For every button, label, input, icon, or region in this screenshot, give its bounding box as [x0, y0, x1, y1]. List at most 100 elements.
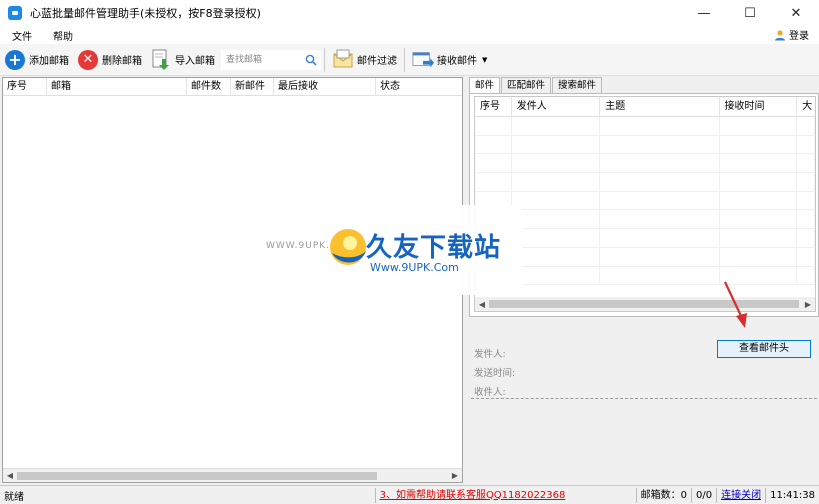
table-cell	[600, 247, 720, 266]
table-cell	[475, 117, 512, 135]
column-header[interactable]: 邮件数	[187, 78, 231, 95]
table-cell	[600, 266, 720, 285]
window-title: 心蓝批量邮件管理助手(未授权，按F8登录授权)	[30, 7, 261, 20]
table-cell	[797, 173, 815, 191]
send-time-label: 发送时间:	[474, 368, 516, 379]
table-cell	[512, 210, 601, 229]
table-cell	[720, 229, 798, 247]
table-cell	[797, 154, 815, 173]
help-link[interactable]: 3、如需帮助请联系客服QQ1182022368	[374, 487, 636, 503]
add-icon: +	[4, 49, 26, 71]
from-label: 发件人:	[474, 349, 506, 360]
title-bar: 心蓝批量邮件管理助手(未授权，按F8登录授权) — ☐ ✕	[0, 0, 819, 26]
table-row	[475, 154, 815, 174]
mail-ratio: 0/0	[690, 487, 716, 503]
scroll-left-icon[interactable]: ◀	[3, 471, 17, 480]
delete-mailbox-button[interactable]: ✕ 删除邮箱	[73, 46, 146, 74]
login-button[interactable]: 登录	[774, 27, 809, 42]
search-box	[221, 49, 321, 70]
table-cell	[475, 173, 512, 191]
column-header[interactable]: 发件人	[512, 97, 601, 116]
column-header[interactable]: 邮箱	[47, 78, 187, 95]
table-cell	[512, 117, 601, 135]
maximize-button[interactable]: ☐	[727, 0, 773, 26]
table-cell	[720, 210, 798, 229]
mail-detail: 查看邮件头 发件人: 发送时间: 收件人:	[467, 281, 819, 483]
menu-bar: 文件 帮助 登录	[0, 26, 819, 44]
menu-file[interactable]: 文件	[0, 28, 41, 43]
mail-table: 序号 发件人 主题 接收时间 大 ◀ ▶	[474, 96, 816, 312]
column-header[interactable]: 主题	[600, 97, 720, 116]
toolbar-separator	[404, 47, 405, 72]
table-cell	[512, 154, 601, 173]
add-mailbox-label: 添加邮箱	[29, 56, 69, 67]
minimize-button[interactable]: —	[681, 0, 727, 26]
add-mailbox-button[interactable]: + 添加邮箱	[0, 46, 73, 74]
watermark-site-name: 久友下载站	[366, 233, 502, 263]
filter-icon	[332, 49, 354, 71]
column-header[interactable]: 序号	[475, 97, 512, 116]
horizontal-scrollbar[interactable]: ◀ ▶	[3, 468, 462, 482]
table-cell	[600, 117, 720, 135]
app-icon	[8, 6, 22, 20]
mail-table-header: 序号 发件人 主题 接收时间 大	[475, 97, 815, 117]
column-header[interactable]: 接收时间	[720, 97, 798, 116]
table-row	[475, 117, 815, 136]
table-cell	[600, 154, 720, 173]
user-icon	[775, 29, 785, 40]
tab-matched-mail[interactable]: 匹配邮件	[501, 77, 552, 93]
receive-mail-icon	[412, 49, 434, 71]
status-bar: 就绪 3、如需帮助请联系客服QQ1182022368 邮箱数：0 0/0 连接关…	[0, 485, 819, 504]
scroll-left-icon[interactable]: ◀	[475, 300, 489, 309]
connection-status[interactable]: 连接关闭	[716, 487, 765, 503]
scroll-right-icon[interactable]: ▶	[801, 300, 815, 309]
table-cell	[797, 191, 815, 210]
mailbox-table-header: 序号 邮箱 邮件数 新邮件 最后接收 状态	[3, 78, 462, 96]
search-icon[interactable]	[305, 54, 317, 66]
table-cell	[720, 191, 798, 210]
column-header[interactable]: 状态	[376, 78, 462, 95]
table-cell	[512, 173, 601, 191]
import-mailbox-button[interactable]: 导入邮箱	[146, 46, 219, 74]
column-header[interactable]: 序号	[3, 78, 47, 95]
toolbar-separator	[324, 47, 325, 72]
tab-search-mail[interactable]: 搜索邮件	[552, 77, 603, 93]
table-cell	[797, 210, 815, 229]
status-ready: 就绪	[4, 491, 24, 503]
view-mail-header-button[interactable]: 查看邮件头	[717, 340, 811, 358]
table-cell	[600, 210, 720, 229]
table-row	[475, 229, 815, 248]
delete-mailbox-label: 删除邮箱	[102, 56, 142, 67]
mail-filter-button[interactable]: 邮件过滤	[328, 46, 401, 74]
table-row	[475, 266, 815, 286]
mail-tabs: 邮件 匹配邮件 搜索邮件	[469, 77, 603, 94]
table-cell	[512, 229, 601, 247]
table-cell	[797, 247, 815, 266]
table-cell	[797, 117, 815, 135]
receive-mail-button[interactable]: 接收邮件 ▼	[408, 46, 491, 74]
table-cell	[512, 266, 601, 285]
scroll-right-icon[interactable]: ▶	[448, 471, 462, 480]
column-header[interactable]: 最后接收	[274, 78, 376, 95]
table-cell	[797, 135, 815, 154]
search-input[interactable]	[222, 50, 300, 69]
column-header[interactable]: 新邮件	[231, 78, 274, 95]
import-icon	[150, 49, 172, 71]
watermark-url: Www.9UPK.Com	[370, 261, 459, 274]
table-cell	[720, 135, 798, 154]
table-cell	[720, 173, 798, 191]
import-mailbox-label: 导入邮箱	[175, 56, 215, 67]
window-controls: — ☐ ✕	[681, 0, 819, 26]
table-row	[475, 191, 815, 211]
table-cell	[600, 229, 720, 247]
close-button[interactable]: ✕	[773, 0, 819, 26]
horizontal-scrollbar[interactable]: ◀ ▶	[475, 297, 815, 311]
tab-mail[interactable]: 邮件	[469, 77, 501, 94]
chevron-down-icon[interactable]: ▼	[482, 56, 487, 64]
delete-icon: ✕	[77, 49, 99, 71]
column-header[interactable]: 大	[797, 97, 815, 116]
mail-filter-label: 邮件过滤	[357, 56, 397, 67]
to-label: 收件人:	[474, 387, 506, 398]
watermark: WWW.9UPK.COM 久友下载站 Www.9UPK.Com	[266, 205, 522, 295]
menu-help[interactable]: 帮助	[41, 28, 82, 43]
